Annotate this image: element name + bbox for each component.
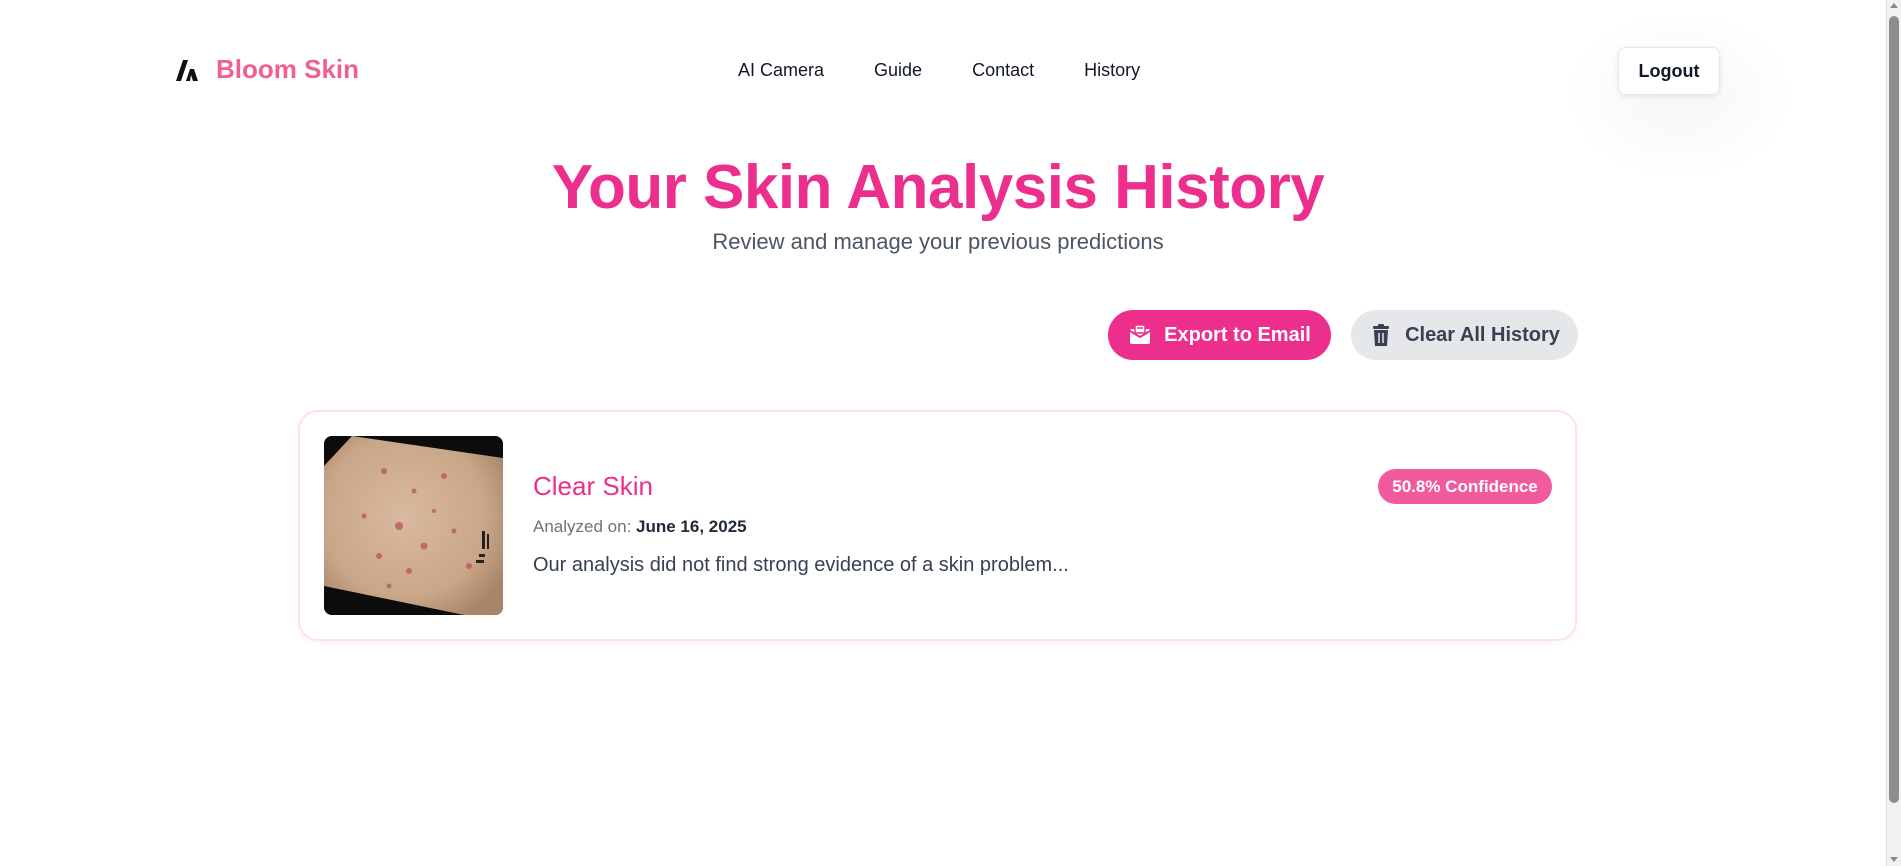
clear-button-label: Clear All History [1405,323,1560,346]
logout-button[interactable]: Logout [1618,47,1720,95]
scroll-up-arrow-icon[interactable] [1890,3,1898,8]
export-to-email-button[interactable]: Export to Email [1108,310,1331,360]
condition-name: Clear Skin [533,471,653,501]
trash-icon [1373,324,1390,346]
scrollbar-thumb[interactable] [1889,16,1899,803]
analyzed-date: Analyzed on: June 16, 2025 [533,517,747,537]
skin-photo-thumbnail[interactable] [324,436,503,615]
brand-logo[interactable]: Bloom Skin [174,54,359,85]
brand-name: Bloom Skin [216,54,360,84]
skin-photo-image [324,436,503,615]
bloom-logo-icon [176,59,198,81]
page-subtitle: Review and manage your previous predicti… [712,229,1164,254]
nav-item-contact[interactable]: Contact [972,60,1034,81]
clear-all-history-button[interactable]: Clear All History [1351,310,1578,360]
nav-item-guide[interactable]: Guide [874,60,922,81]
analysis-description: Our analysis did not find strong evidenc… [533,554,1069,576]
nav-item-history[interactable]: History [1084,60,1140,81]
email-export-icon [1129,324,1151,344]
export-button-label: Export to Email [1164,323,1311,346]
page-title: Your Skin Analysis History [551,153,1325,222]
scroll-down-arrow-icon[interactable] [1890,857,1898,862]
nav-item-ai-camera[interactable]: AI Camera [738,60,824,81]
main-nav: AI Camera Guide Contact History [738,60,1140,81]
vertical-scrollbar[interactable] [1886,0,1901,866]
analyzed-label: Analyzed on: [533,517,632,536]
confidence-badge: 50.8% Confidence [1378,469,1552,504]
analysis-date: June 16, 2025 [636,517,747,536]
